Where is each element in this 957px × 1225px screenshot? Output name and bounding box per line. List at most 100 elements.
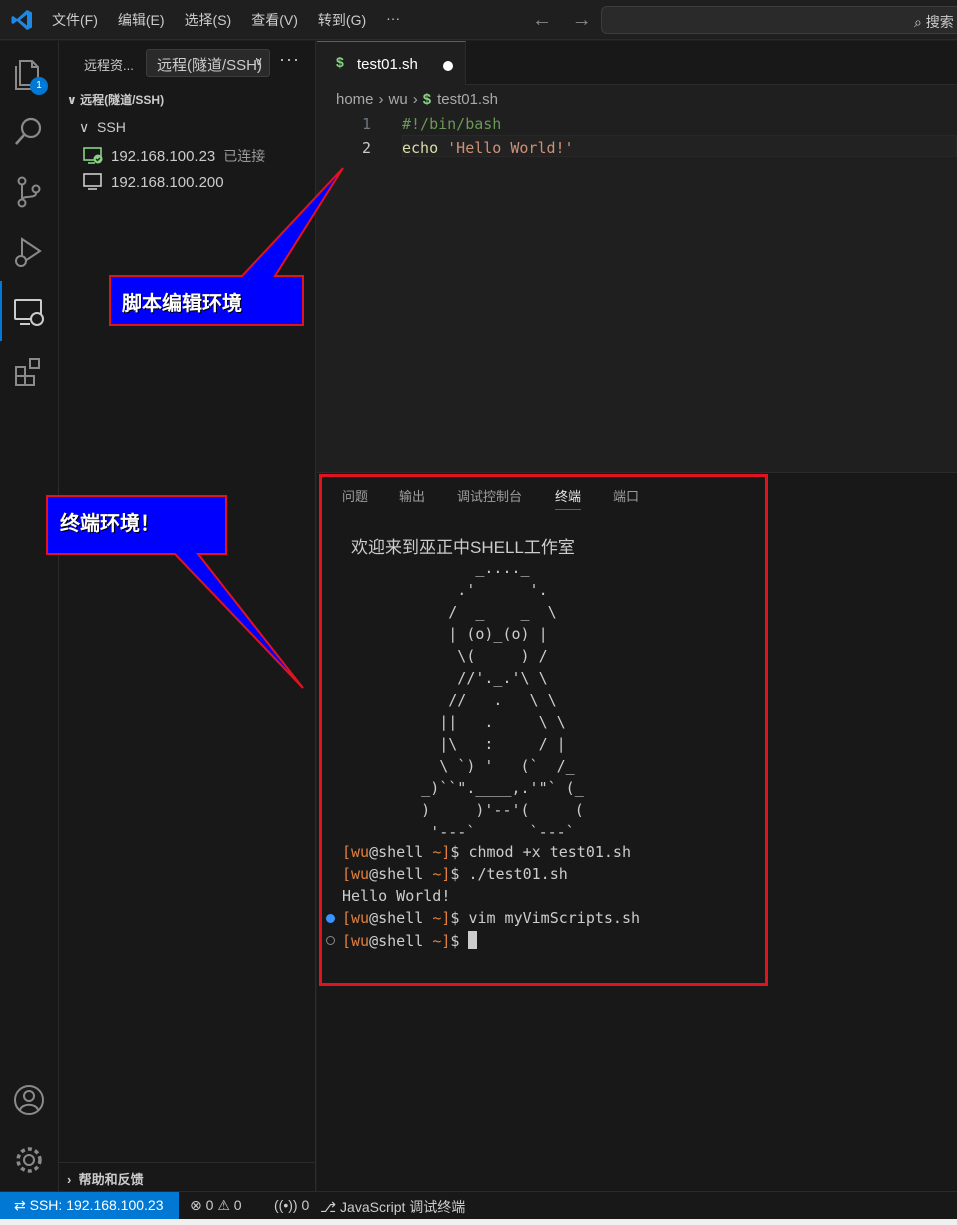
source-control-icon[interactable] [10,173,48,211]
account-icon[interactable] [10,1081,48,1119]
debug-terminal-indicator[interactable]: ⎇ JavaScript 调试终端 [320,1197,465,1217]
host-status: 已连接 [223,148,266,164]
remote-type-select[interactable]: 远程(隧道/SSH) ∨ [146,49,270,77]
menu-more[interactable]: ··· [386,10,400,30]
command-pending-dot-icon[interactable] [326,936,335,945]
search-label: ⌕ 搜索 [914,12,954,32]
terminal-line: [wu@shell ~]$ chmod +x test01.sh [342,843,631,861]
host-ip: 192.168.100.200 [111,173,224,191]
tab-debug-console[interactable]: 调试控制台 [457,486,522,505]
shell-file-icon: $ [422,91,432,108]
tab-ports[interactable]: 端口 [613,486,639,505]
menu-view[interactable]: 查看(V) [251,10,298,30]
command-center-search[interactable]: ⌕ 搜索 [601,6,957,34]
ssh-host-item[interactable]: 192.168.100.23 已连接 [83,146,265,166]
menu-edit[interactable]: 编辑(E) [118,10,165,30]
tab-label: test01.sh [357,56,418,73]
prompt-host: shell [378,909,424,927]
code-command: echo [402,139,439,157]
remote-explorer-icon[interactable] [0,281,48,341]
prompt-user: wu [351,843,370,861]
terminal-welcome-text: 欢迎来到巫正中SHELL工作室 [351,538,575,557]
code-line[interactable]: #!/bin/bash [402,115,501,133]
broadcast-icon: ((•)) [274,1197,298,1213]
divider [59,1162,316,1163]
ports-indicator[interactable]: ((•)) 0 [274,1197,309,1213]
menu-bar: 文件(F) 编辑(E) 选择(S) 查看(V) 转到(G) ··· [52,10,420,30]
line-number: 1 [361,115,371,133]
remote-indicator[interactable]: ⇄ SSH: 192.168.100.23 [0,1192,179,1220]
error-count: 0 [205,1197,214,1213]
chevron-down-icon: ∨ [79,119,90,135]
help-feedback-section[interactable]: › 帮助和反馈 [67,1169,144,1188]
ports-count: 0 [301,1197,310,1213]
menu-go[interactable]: 转到(G) [318,10,366,30]
explorer-badge: 1 [30,77,48,95]
tab-terminal[interactable]: 终端 [555,486,582,510]
search-icon[interactable] [10,113,48,151]
forward-arrow-icon[interactable]: → [572,9,592,31]
prompt-host: shell [378,865,424,883]
menu-file[interactable]: 文件(F) [52,10,98,30]
extensions-icon[interactable] [10,353,48,391]
back-arrow-icon[interactable]: ← [532,9,552,31]
more-actions-icon[interactable]: ··· [279,49,300,70]
prompt-path: ~ [432,909,442,927]
terminal-ascii-art: _...._ .' '. / _ _ \ | (o)_(o) | \( ) / … [421,559,584,841]
terminal-input-line[interactable]: [wu@shell ~]$ [342,931,478,950]
terminal-command: chmod +x test01.sh [468,843,631,861]
sidebar-title: 远程资... [84,58,134,73]
tab-output[interactable]: 输出 [399,486,425,505]
prompt-user: wu [351,932,370,950]
bottom-panel: 问题 输出 调试控制台 终端 端口 欢迎来到巫正中SHELL工作室 _...._… [317,472,957,1191]
command-success-dot-icon[interactable] [326,914,335,923]
help-feedback-label: 帮助和反馈 [78,1172,144,1187]
terminal-output: Hello World! [342,887,451,905]
remote-section-header[interactable]: ∨ 远程(隧道/SSH) [67,91,164,108]
warning-count: 0 [233,1197,242,1213]
ssh-host-item[interactable]: 192.168.100.200 [83,173,224,191]
debug-terminal-label: JavaScript 调试终端 [340,1199,466,1215]
chevron-down-icon: ∨ [254,54,263,68]
run-debug-icon[interactable] [10,233,48,271]
menu-selection[interactable]: 选择(S) [185,10,232,30]
prompt-path: ~ [432,843,442,861]
error-icon: ⊗ [190,1197,202,1213]
activity-bar: 1 [0,41,59,1191]
prompt-path: ~ [432,865,442,883]
prompt-user: wu [351,865,370,883]
breadcrumb-item[interactable]: home [336,91,374,108]
host-ip: 192.168.100.23 [111,147,216,165]
breadcrumb-item[interactable]: test01.sh [437,91,498,108]
terminal-line: [wu@shell ~]$ vim myVimScripts.sh [342,909,641,927]
terminal-cursor [468,931,478,949]
unsaved-dot-icon[interactable] [443,61,453,71]
prompt-host: shell [378,843,424,861]
remote-icon: ⇄ [14,1197,26,1213]
window-bottom-edge [0,1219,957,1225]
remote-label: SSH: 192.168.100.23 [29,1197,164,1213]
terminal-line: [wu@shell ~]$ ./test01.sh [342,865,568,883]
terminal-command: vim myVimScripts.sh [468,909,641,927]
ssh-group[interactable]: ∨ SSH [79,119,126,136]
editor-tabs: $ test01.sh [317,41,957,85]
vscode-logo-icon [10,8,34,32]
settings-gear-icon[interactable] [10,1141,48,1179]
status-bar: ⇄ SSH: 192.168.100.23 ⊗ 0 ⚠ 0 ((•)) 0 ⎇ … [0,1191,957,1220]
chevron-down-icon: ∨ [67,93,77,107]
tab-test01-sh[interactable]: $ test01.sh [317,41,466,85]
tab-problems[interactable]: 问题 [342,486,368,505]
connected-monitor-icon [83,147,103,164]
prompt-host: shell [378,932,424,950]
terminal-env-callout: 终端环境！ [60,511,160,535]
breadcrumb: home › wu › $ test01.sh [336,91,498,108]
code-string: 'Hello World!' [447,139,574,157]
script-env-callout: 脚本编辑环境 [122,291,242,315]
problems-indicator[interactable]: ⊗ 0 ⚠ 0 [190,1197,242,1214]
prompt-user: wu [351,909,370,927]
debug-icon: ⎇ [320,1199,337,1215]
explorer-icon[interactable]: 1 [10,55,48,95]
code-line[interactable]: echo 'Hello World!' [402,139,574,157]
breadcrumb-item[interactable]: wu [389,91,408,108]
remote-explorer-sidebar: 远程资... 远程(隧道/SSH) ∨ ··· ∨ 远程(隧道/SSH) ∨ S… [59,41,316,1191]
